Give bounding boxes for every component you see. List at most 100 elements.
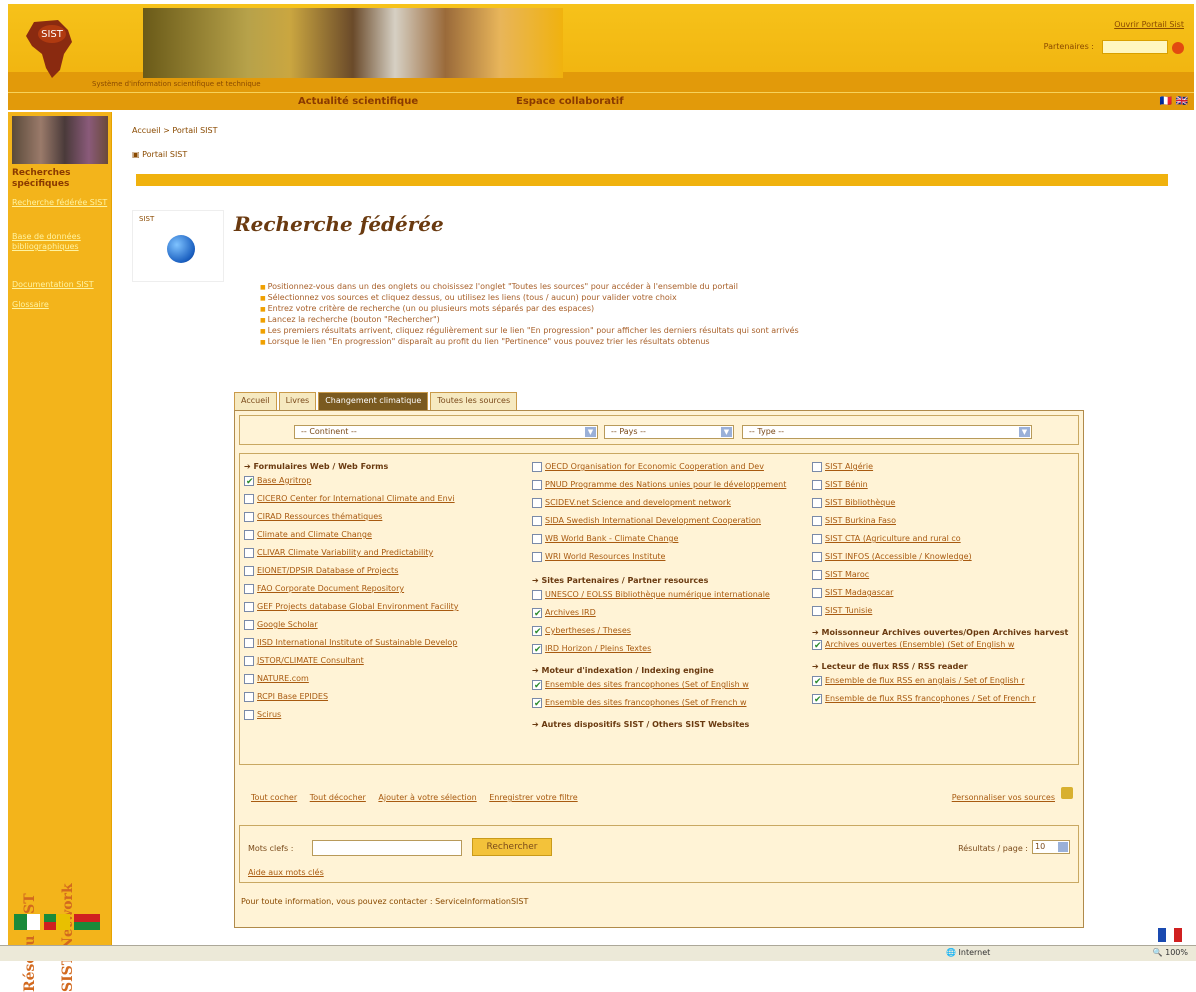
source-item[interactable]: SIST CTA (Agriculture and rural co (812, 532, 1076, 550)
source-item[interactable]: Ensemble des sites francophones (Set of … (532, 696, 802, 714)
source-checkbox[interactable] (532, 643, 542, 657)
source-link[interactable]: SIST Maroc (825, 570, 869, 579)
source-checkbox[interactable] (532, 607, 542, 621)
source-link[interactable]: UNESCO / EOLSS Bibliothèque numérique in… (545, 590, 770, 599)
results-per-page-select[interactable]: 10 (1032, 840, 1070, 854)
source-checkbox[interactable] (812, 639, 822, 653)
flag-benin-icon[interactable] (44, 914, 70, 930)
source-item[interactable]: NATURE.com (244, 672, 524, 690)
source-link[interactable]: NATURE.com (257, 674, 309, 683)
uncheck-all-link[interactable]: Tout décocher (310, 793, 366, 802)
source-item[interactable]: Cybertheses / Theses (532, 624, 802, 642)
source-checkbox[interactable] (812, 605, 822, 616)
source-link[interactable]: Ensemble de flux RSS francophones / Set … (825, 694, 1036, 703)
source-item[interactable]: SIST Tunisie (812, 604, 1076, 622)
keywords-help-link[interactable]: Aide aux mots clés (248, 868, 324, 877)
source-item[interactable]: SIST Maroc (812, 568, 1076, 586)
source-link[interactable]: IISD International Institute of Sustaina… (257, 638, 457, 647)
source-link[interactable]: SIST Bénin (825, 480, 868, 489)
source-item[interactable]: CIRAD Ressources thématiques (244, 510, 524, 528)
source-checkbox[interactable] (532, 515, 542, 526)
add-selection-link[interactable]: Ajouter à votre sélection (378, 793, 476, 802)
source-item[interactable]: Scirus (244, 708, 524, 726)
source-checkbox[interactable] (244, 673, 254, 684)
source-checkbox[interactable] (812, 515, 822, 526)
source-item[interactable]: SIDA Swedish International Development C… (532, 514, 802, 532)
tab-changement-climatique[interactable]: Changement climatique (318, 392, 429, 410)
source-item[interactable]: Archives ouvertes (Ensemble) (Set of Eng… (812, 638, 1076, 656)
source-link[interactable]: Cybertheses / Theses (545, 626, 631, 635)
source-link[interactable]: SIST Algérie (825, 462, 873, 471)
source-item[interactable]: CLIVAR Climate Variability and Predictab… (244, 546, 524, 564)
source-checkbox[interactable] (244, 529, 254, 540)
source-item[interactable]: Ensemble de flux RSS en anglais / Set of… (812, 674, 1076, 692)
type-select[interactable]: -- Type -- ▼ (742, 425, 1032, 439)
source-item[interactable]: OECD Organisation for Economic Cooperati… (532, 460, 802, 478)
source-item[interactable]: Ensemble des sites francophones (Set of … (532, 678, 802, 696)
source-item[interactable]: RCPI Base EPIDES (244, 690, 524, 708)
source-item[interactable]: SIST Madagascar (812, 586, 1076, 604)
source-checkbox[interactable] (812, 693, 822, 707)
sidebar-item-databases[interactable]: Base de données bibliographiques (12, 232, 108, 252)
portal-link[interactable]: Ouvrir Portail Sist (1114, 20, 1184, 29)
source-link[interactable]: Ensemble des sites francophones (Set of … (545, 698, 747, 707)
source-item[interactable]: SIST INFOS (Accessible / Knowledge) (812, 550, 1076, 568)
source-checkbox[interactable] (244, 511, 254, 522)
source-item[interactable]: Climate and Climate Change (244, 528, 524, 546)
sidebar-item-documentation[interactable]: Documentation SIST (12, 280, 108, 290)
source-checkbox[interactable] (812, 551, 822, 562)
source-checkbox[interactable] (812, 587, 822, 598)
partners-input[interactable] (1102, 40, 1168, 54)
source-link[interactable]: Archives ouvertes (Ensemble) (Set of Eng… (825, 640, 1014, 649)
source-item[interactable]: SIST Algérie (812, 460, 1076, 478)
keywords-input[interactable] (312, 840, 462, 856)
source-item[interactable]: UNESCO / EOLSS Bibliothèque numérique in… (532, 588, 802, 606)
source-item[interactable]: IRD Horizon / Pleins Textes (532, 642, 802, 660)
source-item[interactable]: Base Agritrop (244, 474, 524, 492)
continent-select[interactable]: -- Continent -- ▼ (294, 425, 598, 439)
source-link[interactable]: Scirus (257, 710, 281, 719)
source-item[interactable]: Archives IRD (532, 606, 802, 624)
personalize-sources-link[interactable]: Personnaliser vos sources (952, 793, 1055, 802)
source-item[interactable]: Ensemble de flux RSS francophones / Set … (812, 692, 1076, 710)
source-checkbox[interactable] (532, 625, 542, 639)
source-checkbox[interactable] (812, 479, 822, 490)
source-item[interactable]: EIONET/DPSIR Database of Projects (244, 564, 524, 582)
source-checkbox[interactable] (532, 533, 542, 544)
source-checkbox[interactable] (532, 461, 542, 472)
source-checkbox[interactable] (532, 589, 542, 600)
source-checkbox[interactable] (244, 565, 254, 576)
source-link[interactable]: WB World Bank - Climate Change (545, 534, 678, 543)
source-link[interactable]: Google Scholar (257, 620, 318, 629)
source-link[interactable]: IRD Horizon / Pleins Textes (545, 644, 651, 653)
sist-africa-logo[interactable]: SIST (16, 12, 86, 82)
source-link[interactable]: CICERO Center for International Climate … (257, 494, 455, 503)
source-item[interactable]: WB World Bank - Climate Change (532, 532, 802, 550)
source-checkbox[interactable] (244, 691, 254, 702)
breadcrumb[interactable]: Accueil > Portail SIST (132, 126, 218, 135)
source-item[interactable]: SCIDEV.net Science and development netwo… (532, 496, 802, 514)
source-link[interactable]: Ensemble de flux RSS en anglais / Set of… (825, 676, 1025, 685)
sidebar-item-federated[interactable]: Recherche fédérée SIST (12, 198, 108, 208)
save-filter-link[interactable]: Enregistrer votre filtre (489, 793, 577, 802)
source-checkbox[interactable] (244, 637, 254, 648)
source-link[interactable]: PNUD Programme des Nations unies pour le… (545, 480, 786, 489)
flag-burkina-icon[interactable] (74, 914, 100, 930)
lock-icon[interactable] (1061, 787, 1073, 799)
source-link[interactable]: Archives IRD (545, 608, 596, 617)
sidebar-item-glossary[interactable]: Glossaire (12, 300, 108, 310)
flag-algeria-icon[interactable] (14, 914, 40, 930)
source-link[interactable]: SIST CTA (Agriculture and rural co (825, 534, 961, 543)
tab-toutes-sources[interactable]: Toutes les sources (430, 392, 518, 410)
search-button[interactable]: Rechercher (472, 838, 552, 856)
source-link[interactable]: SCIDEV.net Science and development netwo… (545, 498, 731, 507)
source-item[interactable]: Google Scholar (244, 618, 524, 636)
source-link[interactable]: CIRAD Ressources thématiques (257, 512, 382, 521)
source-item[interactable]: JSTOR/CLIMATE Consultant (244, 654, 524, 672)
source-link[interactable]: FAO Corporate Document Repository (257, 584, 404, 593)
source-link[interactable]: SIST Burkina Faso (825, 516, 896, 525)
source-checkbox[interactable] (244, 655, 254, 666)
check-all-link[interactable]: Tout cocher (251, 793, 297, 802)
source-item[interactable]: SIST Burkina Faso (812, 514, 1076, 532)
source-checkbox[interactable] (812, 497, 822, 508)
